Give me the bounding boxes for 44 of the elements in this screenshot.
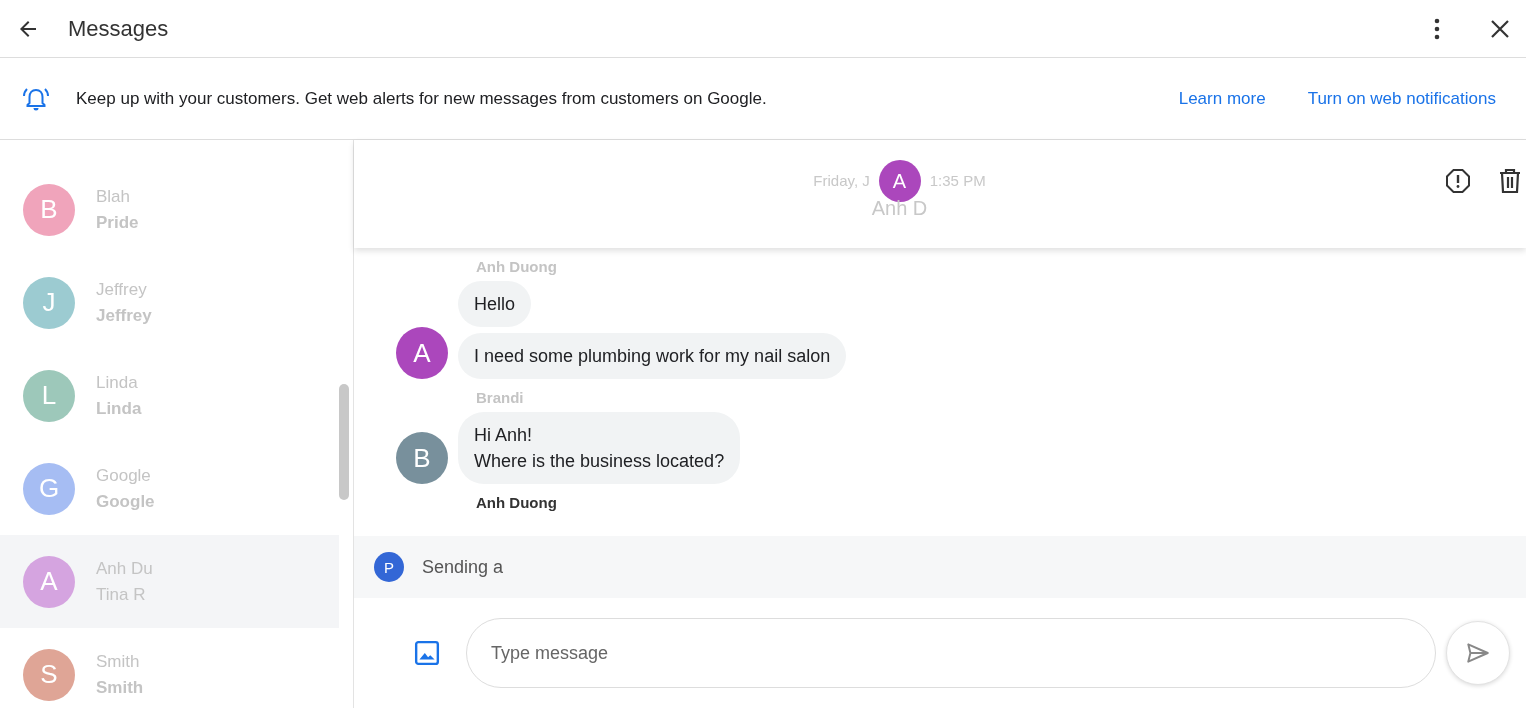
avatar-initial: G [23,462,75,515]
message-bubble: Hello [458,281,532,327]
send-button[interactable] [1446,621,1510,685]
conversation-item[interactable]: S Smith Smith [0,628,339,708]
contact-name: Linda [96,372,139,393]
send-icon [1465,640,1491,666]
sending-status: Sending a [422,556,504,578]
contact-name: Google [96,465,152,486]
contact-name: Blah [96,186,132,207]
conversation-item[interactable]: G Google Google [0,442,339,535]
message-input[interactable]: Type message [466,618,1436,688]
contact-subtitle: Google [96,491,155,512]
contact-subtitle: Pride [96,212,139,233]
notification-message: Keep up with your customers. Get web alerts for new messages from customers on Google. [76,88,767,109]
contact-subtitle: Jeffrey [96,305,152,326]
avatar-initial: A [23,555,75,608]
conversation-item[interactable]: L Linda Linda [0,349,339,442]
more-options-icon[interactable] [1434,17,1440,40]
conversation-item[interactable]: J Jeffrey Jeffrey [0,256,339,349]
message-bubble: Hi Anh! Where is the business located? [458,412,741,484]
avatar-initial: J [23,276,75,329]
sender-name: Brandi [476,389,525,406]
contact-subtitle: Smith [96,677,144,698]
avatar-initial: P [374,552,404,582]
avatar-initial: B [23,183,75,236]
banner-link[interactable]: Learn more [1178,88,1266,109]
sender-name: Anh Duong [476,494,558,511]
delete-icon[interactable] [1499,168,1521,194]
banner-link[interactable]: Turn on web notifications [1307,88,1496,109]
avatar-initial: L [23,369,75,422]
image-icon[interactable] [414,640,440,666]
contact-name: Smith [96,651,141,672]
avatar-initial: S [23,648,75,701]
contact-name: Jeffrey [96,279,148,300]
avatar-initial: A [396,327,448,379]
scrollbar-thumb[interactable] [339,384,349,500]
report-icon[interactable] [1445,168,1471,194]
contact-subtitle: Linda [96,398,142,419]
conversation-item[interactable]: B Blah Pride [0,163,339,256]
close-icon[interactable] [1490,18,1510,39]
sender-name: Anh Duong [476,258,558,275]
app-title: Messages [68,15,169,42]
avatar-initial: B [396,432,448,484]
message-bubble: I need some plumbing work for my nail salon [458,333,847,379]
